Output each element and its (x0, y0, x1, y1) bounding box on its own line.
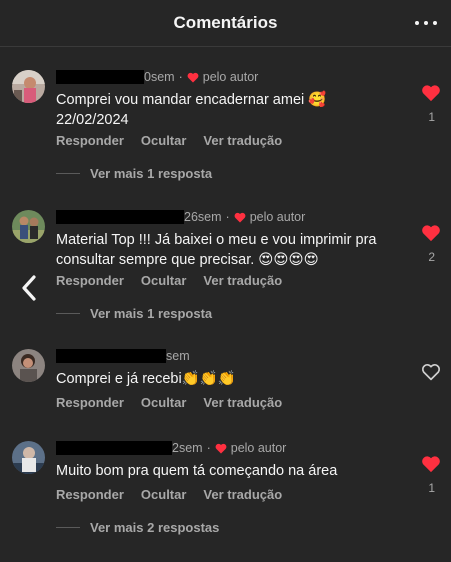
view-replies-button[interactable]: Ver mais 1 resposta (56, 306, 212, 321)
more-options-icon[interactable] (415, 12, 437, 34)
reply-button[interactable]: Responder (56, 273, 124, 288)
view-replies-label: Ver mais 1 resposta (90, 166, 213, 181)
view-replies-button[interactable]: Ver mais 1 resposta (56, 166, 212, 181)
avatar[interactable] (12, 349, 45, 382)
reply-button[interactable]: Responder (56, 395, 124, 410)
author-heart-icon (215, 443, 227, 453)
header: Comentários (0, 0, 451, 47)
comment-time: 2sem (172, 441, 203, 455)
like-count: 1 (428, 110, 435, 124)
view-replies-label: Ver mais 2 respostas (90, 520, 220, 535)
author-badge: pelo autor (230, 441, 287, 455)
reply-button[interactable]: Responder (56, 133, 124, 148)
hide-button[interactable]: Ocultar (141, 395, 187, 410)
author-heart-icon (187, 72, 199, 82)
heart-icon[interactable] (421, 455, 441, 473)
translate-button[interactable]: Ver tradução (203, 273, 282, 288)
heart-icon[interactable] (421, 224, 441, 242)
comment-meta: 0sem · pelo autor (56, 70, 258, 84)
author-badge: pelo autor (249, 210, 306, 224)
translate-button[interactable]: Ver tradução (203, 487, 282, 502)
like-count: 1 (428, 481, 435, 495)
redacted-username (56, 70, 144, 84)
author-badge: pelo autor (202, 70, 259, 84)
page-title: Comentários (173, 13, 278, 32)
like-count: 2 (428, 250, 435, 264)
view-replies-button[interactable]: Ver mais 2 respostas (56, 520, 219, 535)
comment-time: 0sem (144, 70, 175, 84)
comment-text: Muito bom pra quem tá começando na área (56, 463, 338, 479)
heart-icon[interactable] (421, 84, 441, 102)
avatar[interactable] (12, 70, 45, 103)
avatar[interactable] (12, 210, 45, 243)
hide-button[interactable]: Ocultar (141, 133, 187, 148)
comment-meta: 26sem · pelo autor (56, 210, 305, 224)
comment-text: Comprei vou mandar encadernar amei 🥰 22/… (56, 92, 327, 128)
translate-button[interactable]: Ver tradução (203, 395, 282, 410)
heart-outline-icon[interactable] (421, 363, 441, 381)
comment-time: 26sem (184, 210, 222, 224)
author-heart-icon (234, 212, 246, 222)
redacted-username (56, 441, 172, 455)
comment-text: Comprei e já recebi👏👏👏 (56, 371, 236, 387)
hide-button[interactable]: Ocultar (141, 273, 187, 288)
comment-time: sem (166, 349, 190, 363)
comment-meta: sem (56, 349, 190, 363)
view-replies-label: Ver mais 1 resposta (90, 306, 213, 321)
avatar[interactable] (12, 441, 45, 474)
reply-button[interactable]: Responder (56, 487, 124, 502)
redacted-username (56, 349, 166, 363)
comment-text: Material Top !!! Já baixei o meu e vou i… (56, 232, 377, 268)
translate-button[interactable]: Ver tradução (203, 133, 282, 148)
redacted-username (56, 210, 184, 224)
comment-meta: 2sem · pelo autor (56, 441, 286, 455)
chevron-left-icon[interactable] (18, 272, 42, 304)
hide-button[interactable]: Ocultar (141, 487, 187, 502)
